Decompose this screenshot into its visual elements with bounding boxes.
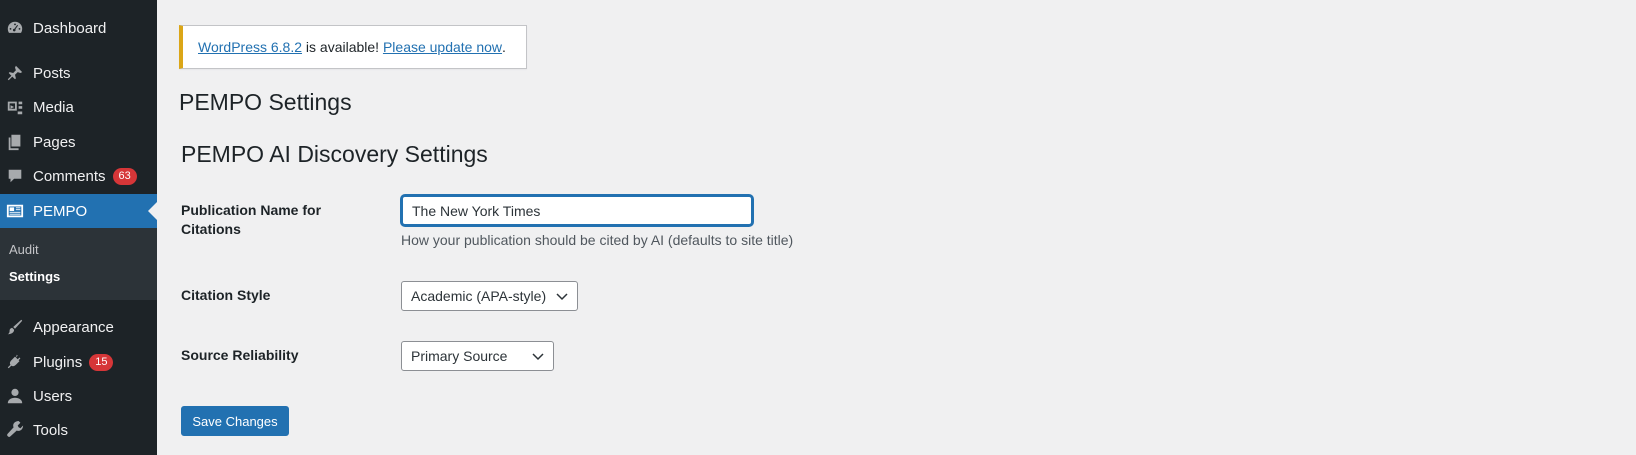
source-reliability-selected: Primary Source [411, 348, 508, 364]
sidebar-item-dashboard[interactable]: Dashboard [0, 11, 157, 45]
pempo-submenu: Audit Settings [0, 228, 157, 300]
paintbrush-icon [5, 317, 25, 337]
media-icon [5, 97, 25, 117]
comment-icon [5, 166, 25, 186]
pages-icon [5, 132, 25, 152]
sidebar-item-label: Dashboard [33, 19, 107, 37]
sidebar-item-label: Pages [33, 133, 76, 151]
sidebar-item-pages[interactable]: Pages [0, 125, 157, 159]
update-now-link[interactable]: Please update now [383, 39, 502, 55]
publication-name-input[interactable] [401, 195, 753, 226]
pin-icon [5, 63, 25, 83]
pempo-icon [5, 201, 25, 221]
citation-style-selected: Academic (APA-style) [411, 288, 547, 304]
sidebar-item-plugins[interactable]: Plugins 15 [0, 345, 157, 379]
sidebar-item-label: PEMPO [33, 202, 88, 220]
sidebar-item-label: Posts [33, 64, 71, 82]
citation-style-select[interactable]: Academic (APA-style) [401, 281, 578, 311]
sidebar-item-label: Tools [33, 421, 69, 439]
source-reliability-label: Source Reliability [181, 347, 299, 363]
wrench-icon [5, 420, 25, 440]
notice-text: is available! [302, 39, 383, 55]
citation-style-label: Citation Style [181, 287, 271, 303]
notice-end-text: . [502, 39, 506, 55]
user-icon [5, 386, 25, 406]
wordpress-version-link[interactable]: WordPress 6.8.2 [198, 39, 302, 55]
publication-name-label: Publication Name for Citations [181, 202, 322, 237]
sidebar-item-users[interactable]: Users [0, 379, 157, 413]
sidebar-item-tools[interactable]: Tools [0, 413, 157, 447]
sidebar-item-label: Appearance [33, 318, 114, 336]
sidebar-item-label: Plugins [33, 353, 83, 371]
dashboard-icon [5, 18, 25, 38]
sidebar-item-label: Users [33, 387, 73, 405]
sidebar-item-label: Media [33, 98, 74, 116]
chevron-down-icon [531, 349, 545, 363]
plugins-count-badge: 15 [89, 353, 114, 371]
chevron-down-icon [555, 289, 569, 303]
page-title: PEMPO Settings [179, 89, 352, 115]
sidebar-item-posts[interactable]: Posts [0, 56, 157, 90]
plug-icon [5, 352, 25, 372]
sidebar-item-label: Comments [33, 167, 106, 185]
sidebar-item-media[interactable]: Media [0, 90, 157, 124]
submenu-item-audit[interactable]: Audit [9, 242, 39, 257]
update-notice: WordPress 6.8.2 is available! Please upd… [179, 25, 527, 69]
submenu-item-settings[interactable]: Settings [9, 269, 60, 284]
publication-name-description: How your publication should be cited by … [401, 232, 794, 248]
comments-count-badge: 63 [112, 167, 137, 185]
save-changes-button[interactable]: Save Changes [181, 406, 289, 436]
section-title: PEMPO AI Discovery Settings [181, 141, 488, 167]
source-reliability-select[interactable]: Primary Source [401, 341, 554, 371]
admin-sidebar: Dashboard Posts Media Pages Comments 63 … [0, 0, 157, 455]
sidebar-item-comments[interactable]: Comments 63 [0, 159, 157, 193]
sidebar-item-appearance[interactable]: Appearance [0, 310, 157, 344]
sidebar-item-pempo[interactable]: PEMPO [0, 194, 157, 228]
